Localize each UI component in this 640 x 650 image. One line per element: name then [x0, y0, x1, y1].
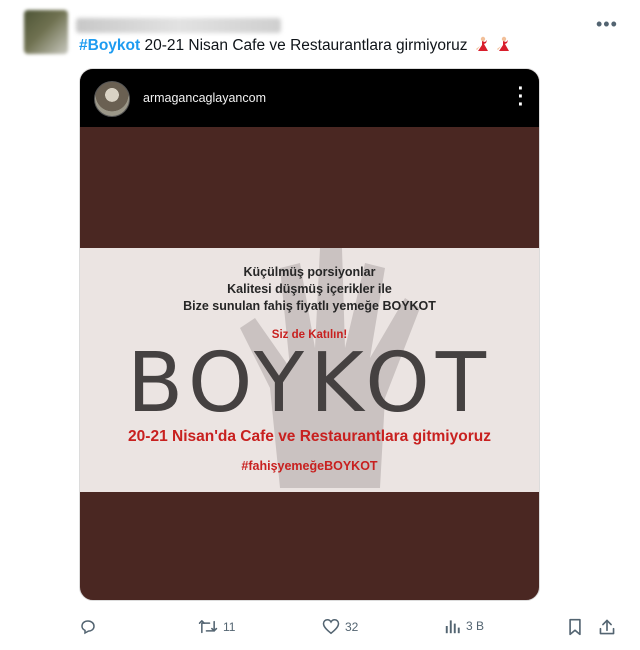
embed-avatar: [94, 81, 130, 117]
banner-hashtag: #fahişyemeğeBOYKOT: [241, 459, 378, 473]
tweet-body: 20-21 Nisan Cafe ve Restaurantlara girmi…: [140, 37, 468, 54]
retweet-button[interactable]: 11: [198, 618, 235, 636]
banner-line-2: Kalitesi düşmüş içerikler ile: [227, 282, 392, 296]
heart-icon: [322, 618, 340, 635]
dancer-emoji-icon: [497, 36, 510, 51]
analytics-icon: [445, 620, 460, 634]
bookmark-button[interactable]: [567, 618, 583, 636]
views-count: 3 B: [466, 619, 485, 633]
embed-username: armagancaglayancom: [143, 91, 266, 105]
dancer-emoji-icon: [475, 36, 488, 51]
retweet-icon: [198, 620, 218, 634]
author-name-blurred[interactable]: [76, 18, 281, 33]
reply-icon: [81, 620, 95, 635]
share-button[interactable]: [598, 618, 616, 636]
embed-menu-icon: · · ·: [517, 78, 525, 116]
more-options-icon[interactable]: •••: [596, 14, 618, 35]
boycott-banner: Küçülmüş porsiyonlar Kalitesi düşmüş içe…: [80, 248, 539, 492]
embed-header: armagancaglayancom · · ·: [80, 69, 539, 127]
banner-line-3: Bize sunulan fahiş fiyatlı yemeğe BOYKOT: [183, 299, 436, 313]
banner-line-1: Küçülmüş porsiyonlar: [243, 265, 376, 279]
like-count: 32: [345, 619, 359, 634]
tweet-hashtag-link[interactable]: #Boykot: [79, 37, 140, 54]
banner-date-line: 20-21 Nisan'da Cafe ve Restaurantlara gi…: [128, 428, 491, 445]
reply-button[interactable]: [79, 618, 97, 636]
embedded-image-card[interactable]: armagancaglayancom · · · Küçülmüş porsiyon…: [79, 68, 540, 601]
like-button[interactable]: 32: [322, 618, 358, 635]
share-icon: [599, 619, 615, 635]
bookmark-icon: [569, 618, 581, 636]
retweet-count: 11: [223, 620, 236, 634]
banner-headline: BOYKOT: [127, 336, 492, 431]
tweet-text: #Boykot 20-21 Nisan Cafe ve Restaurantla…: [79, 36, 510, 55]
author-avatar[interactable]: [24, 10, 68, 54]
views-button[interactable]: 3 B: [445, 618, 484, 634]
